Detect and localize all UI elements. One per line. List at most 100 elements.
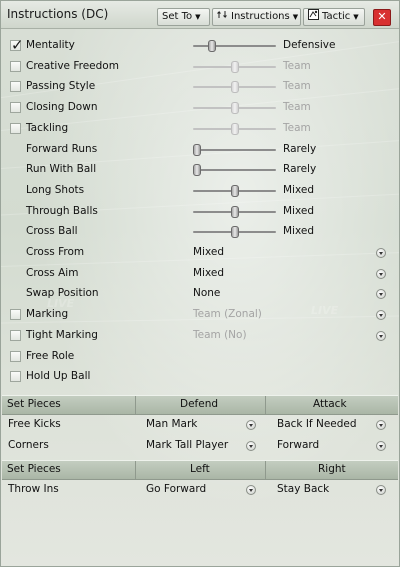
- instruction-label: Closing Down: [26, 101, 98, 114]
- dropdown-arrow-icon[interactable]: [376, 248, 386, 258]
- tactic-label: Tactic: [322, 11, 351, 22]
- dropdown-arrow-icon[interactable]: [246, 485, 256, 495]
- chevron-down-icon: ▼: [353, 13, 359, 21]
- set-piece-first-value[interactable]: Man Mark: [146, 418, 197, 430]
- set-piece-first-value[interactable]: Go Forward: [146, 483, 206, 495]
- header-left: Left: [190, 463, 210, 475]
- instruction-dropdown-value[interactable]: None: [193, 287, 220, 299]
- instruction-row: Creative Freedom Team: [1, 57, 399, 77]
- instruction-slider[interactable]: [193, 81, 276, 94]
- instruction-checkbox[interactable]: [10, 350, 21, 362]
- instruction-dropdown-value[interactable]: Team (No): [193, 329, 247, 341]
- chevron-down-icon: ▼: [195, 13, 201, 21]
- instruction-label: Tight Marking: [26, 328, 98, 341]
- instruction-row: Closing Down Team: [1, 98, 399, 118]
- header-set-pieces: Set Pieces: [7, 398, 61, 410]
- set-piece-label: Throw Ins: [8, 483, 59, 495]
- instruction-slider[interactable]: [193, 102, 276, 115]
- instruction-slider[interactable]: [193, 60, 276, 73]
- instruction-value: Mixed: [283, 225, 314, 238]
- dropdown-arrow-icon[interactable]: [376, 310, 386, 321]
- slider-handle[interactable]: [231, 60, 239, 73]
- dropdown-arrow-icon[interactable]: [246, 441, 256, 451]
- set-piece-second-value[interactable]: Stay Back: [277, 483, 329, 495]
- slider-handle[interactable]: [231, 102, 239, 115]
- set-piece-row: Free Kicks Man Mark Back If Needed: [1, 415, 399, 435]
- instruction-label: Long Shots: [26, 183, 85, 196]
- instruction-row: Hold Up Ball: [1, 367, 399, 387]
- instruction-row: Run With Ball Rarely: [1, 160, 399, 180]
- instruction-row: Tight Marking Team (No): [1, 326, 399, 346]
- instruction-slider[interactable]: [193, 184, 276, 197]
- slider-handle[interactable]: [231, 184, 239, 197]
- chevron-down-icon: ▼: [292, 13, 299, 21]
- instruction-slider[interactable]: [193, 40, 276, 52]
- instruction-row: Passing Style Team: [1, 77, 399, 97]
- instruction-dropdown-value[interactable]: Mixed: [193, 267, 224, 279]
- instruction-slider[interactable]: [193, 226, 276, 239]
- instruction-checkbox[interactable]: [10, 122, 21, 134]
- slider-handle[interactable]: [231, 226, 239, 239]
- slider-handle[interactable]: [208, 40, 216, 52]
- set-to-label: Set To: [162, 11, 193, 22]
- instructions-button[interactable]: Instructions ▼: [212, 8, 301, 26]
- instruction-checkbox[interactable]: [10, 81, 21, 93]
- instruction-label: Through Balls: [26, 204, 98, 217]
- dropdown-arrow-icon[interactable]: [376, 289, 386, 300]
- slider-handle[interactable]: [193, 164, 201, 177]
- slider-handle[interactable]: [231, 81, 239, 94]
- instruction-value: Team: [283, 80, 311, 93]
- close-button[interactable]: ✕: [373, 9, 391, 26]
- instruction-slider[interactable]: [193, 143, 276, 156]
- set-piece-second-value[interactable]: Forward: [277, 439, 319, 451]
- instruction-row: ✓ Mentality Defensive: [1, 36, 399, 56]
- dropdown-arrow-icon[interactable]: [376, 441, 386, 451]
- dropdown-arrow-icon[interactable]: [376, 268, 386, 279]
- instruction-slider[interactable]: [193, 164, 276, 177]
- instruction-checkbox[interactable]: [10, 371, 21, 383]
- instruction-dropdown-value[interactable]: Mixed: [193, 246, 224, 258]
- instruction-checkbox[interactable]: [10, 60, 21, 72]
- instruction-row: Free Role: [1, 347, 399, 367]
- instruction-value: Mixed: [283, 204, 314, 217]
- instruction-row: Through Balls Mixed: [1, 202, 399, 222]
- set-to-button[interactable]: Set To ▼: [157, 8, 210, 26]
- instruction-value: Rarely: [283, 142, 317, 155]
- throw-ins-header: Set Pieces Left Right: [2, 460, 398, 480]
- dropdown-arrow-icon[interactable]: [376, 485, 386, 495]
- instruction-row: Cross From Mixed: [1, 243, 399, 263]
- instruction-label: Free Role: [26, 349, 75, 362]
- dropdown-arrow-icon[interactable]: [376, 330, 386, 341]
- set-piece-second-value[interactable]: Back If Needed: [277, 418, 357, 430]
- instruction-label: Tackling: [26, 121, 69, 134]
- instruction-row: Cross Aim Mixed: [1, 264, 399, 284]
- dropdown-arrow-icon[interactable]: [376, 420, 386, 430]
- close-icon: ✕: [377, 10, 387, 23]
- instruction-slider[interactable]: [193, 205, 276, 218]
- tactic-button[interactable]: Tactic ▼: [303, 8, 365, 26]
- title-bar: Instructions (DC) Set To ▼ Instructions ▼ …: [1, 1, 399, 29]
- set-pieces-header: Set Pieces Defend Attack: [2, 395, 398, 415]
- instruction-checkbox[interactable]: [10, 329, 21, 341]
- instruction-checkbox[interactable]: [10, 102, 21, 114]
- set-piece-first-value[interactable]: Mark Tall Player: [146, 439, 228, 451]
- slider-handle[interactable]: [231, 205, 239, 218]
- instruction-dropdown-value[interactable]: Team (Zonal): [193, 308, 262, 320]
- instruction-label: Swap Position: [26, 287, 99, 300]
- instruction-value: Team: [283, 59, 311, 72]
- arrows-icon: [217, 10, 227, 19]
- instruction-row: Marking Team (Zonal): [1, 305, 399, 325]
- instruction-label: Mentality: [26, 39, 75, 51]
- instruction-checkbox[interactable]: [10, 309, 21, 321]
- dropdown-arrow-icon[interactable]: [246, 420, 256, 430]
- instruction-label: Marking: [26, 308, 69, 321]
- slider-handle[interactable]: [193, 143, 201, 156]
- instruction-checkbox[interactable]: ✓: [10, 36, 24, 54]
- header-right: Right: [318, 463, 346, 475]
- set-piece-row: Throw Ins Go Forward Stay Back: [1, 480, 399, 500]
- slider-handle[interactable]: [231, 122, 239, 135]
- instructions-panel: LIVE LIVE Instructions (DC) Set To ▼ Inst…: [0, 0, 400, 567]
- instruction-value: Mixed: [283, 183, 314, 196]
- instruction-slider[interactable]: [193, 122, 276, 135]
- header-attack: Attack: [313, 398, 347, 410]
